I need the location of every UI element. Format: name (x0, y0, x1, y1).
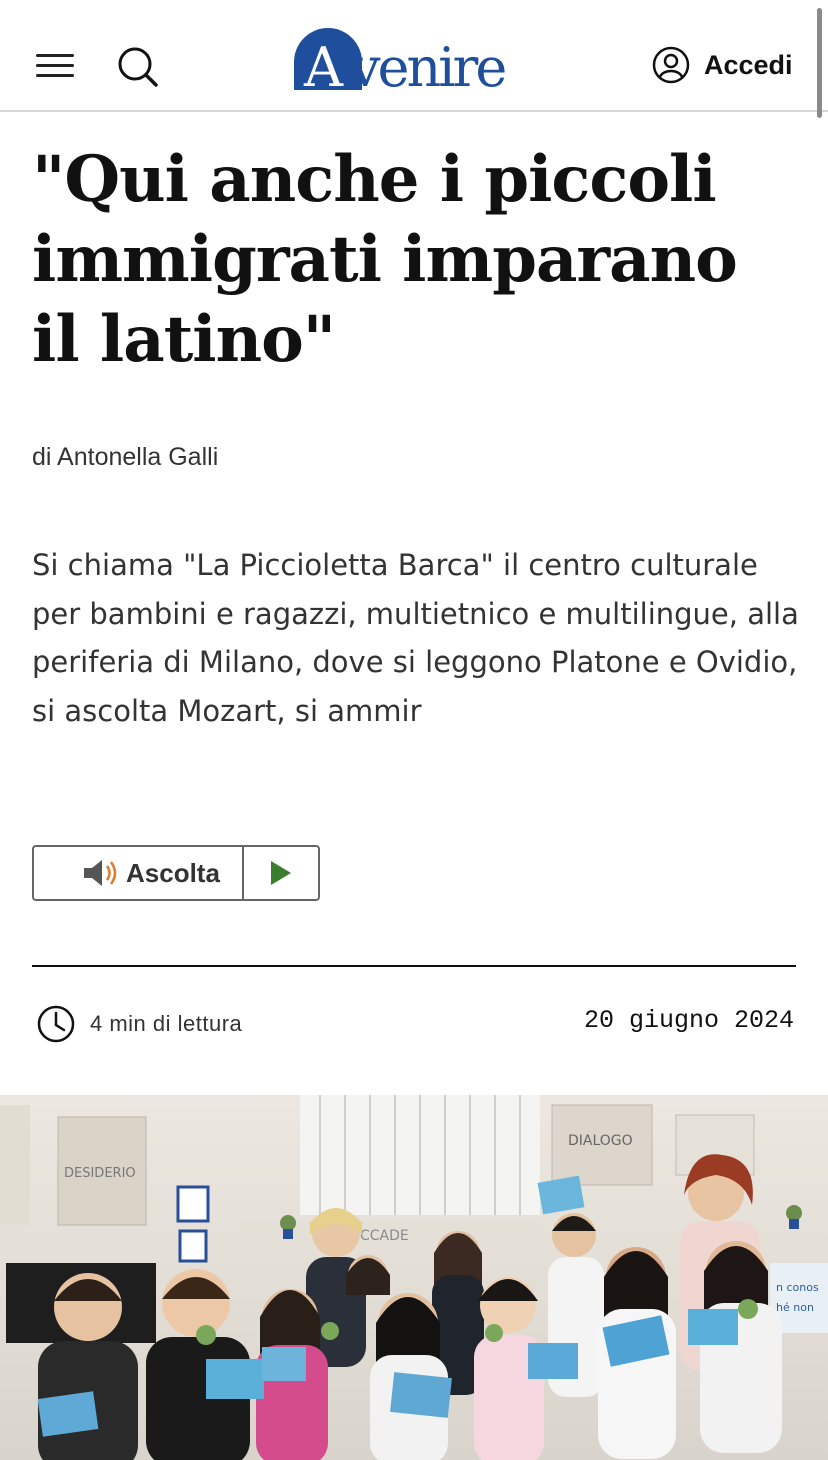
listen-label: Ascolta (126, 857, 220, 888)
reading-time-label: 4 min di lettura (90, 1011, 243, 1036)
menu-icon-bar (36, 74, 74, 77)
byline: di Antonella Galli (32, 443, 218, 472)
login-label: Accedi (704, 49, 793, 80)
photo-illustration: DESIDERIO DIALOGO CCADE n conos hé non (0, 1095, 828, 1460)
avvenire-logo[interactable]: A venire (292, 22, 532, 99)
play-button[interactable] (244, 847, 318, 899)
byline-prefix: di (32, 443, 52, 471)
svg-text:n conos: n conos (776, 1281, 819, 1294)
play-icon (271, 861, 291, 885)
svg-text:hé non: hé non (776, 1301, 814, 1314)
listen-button[interactable]: Ascolta (34, 847, 244, 899)
speaker-icon (84, 860, 117, 886)
publish-date: 20 giugno 2024 (583, 1006, 794, 1035)
clock-icon (37, 1005, 75, 1043)
search-icon (118, 47, 158, 87)
search-button[interactable] (116, 45, 160, 89)
banner-text: CCADE (360, 1228, 409, 1244)
wall-sign-text: DESIDERIO (64, 1166, 136, 1181)
board-label-text: DIALOGO (568, 1133, 633, 1149)
article-title: "Qui anche i piccoli immigrati imparano … (32, 142, 738, 377)
author-link[interactable]: Antonella Galli (57, 443, 218, 471)
svg-text:venire: venire (349, 36, 505, 94)
site-header: A venire Accedi (0, 0, 828, 112)
article-photo[interactable]: DESIDERIO DIALOGO CCADE n conos hé non (0, 1095, 828, 1460)
menu-button[interactable] (36, 52, 76, 80)
article-lead: Si chiama "La Piccioletta Barca" il cent… (32, 548, 799, 728)
menu-icon-bar (36, 54, 74, 57)
menu-icon-bar (36, 64, 74, 67)
divider (32, 965, 796, 967)
login-button[interactable]: Accedi (652, 46, 793, 84)
audio-player: Ascolta (32, 845, 320, 901)
scrollbar[interactable] (817, 8, 822, 118)
logo-mark: A venire (294, 28, 508, 99)
reading-time: 4 min di lettura (36, 1004, 242, 1044)
user-icon (652, 46, 690, 84)
svg-text:A: A (303, 36, 344, 94)
